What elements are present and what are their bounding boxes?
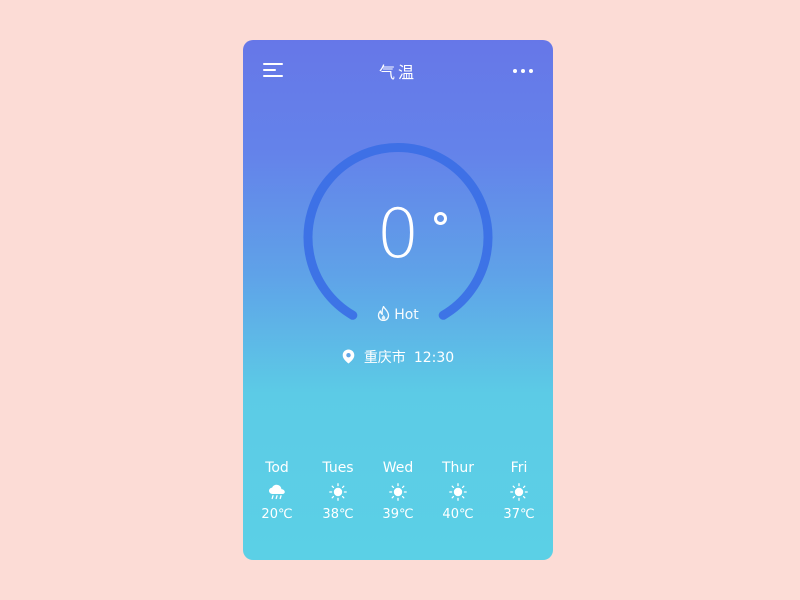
forecast-temp: 39℃ [382,507,414,522]
forecast-temp: 40℃ [442,507,474,522]
city-name: 重庆市 [363,350,406,366]
forecast-day-name: Fri [510,460,528,476]
forecast-day-name: Wed [382,460,414,476]
forecast-day-name: Tues [322,460,354,476]
forecast-day-item[interactable]: Tod 20℃ [247,458,307,524]
forecast-day-name: Thur [441,460,475,476]
forecast-temp: 38℃ [322,507,354,522]
cloud-rain-icon [247,481,307,503]
forecast-day-item[interactable]: Tues 38℃ [308,458,368,524]
page-title: 气温 [378,63,417,82]
location-row: 重庆市 12:30 [243,347,553,368]
forecast-temp: 20℃ [261,507,293,522]
local-time: 12:30 [413,350,455,366]
flame-icon [377,305,390,325]
current-temperature: 0 [376,195,420,274]
sun-icon [368,481,428,503]
forecast-day-name: Tod [265,460,289,476]
sun-icon [489,481,549,503]
weather-card: 气温 0 Hot 重庆市 12:30 Tod 20℃ Tues 38℃ Wed … [243,40,553,560]
degree-symbol [434,212,447,225]
forecast-day-item[interactable]: Fri 37℃ [489,458,549,524]
forecast-temp: 37℃ [503,507,535,522]
more-dots-icon[interactable] [513,66,533,76]
forecast-day-item[interactable]: Thur 40℃ [428,458,488,524]
location-pin-icon [342,349,355,368]
status-label-row: Hot [243,305,553,325]
status-text: Hot [394,307,419,323]
header-bar: 气温 [243,40,553,102]
sun-icon [428,481,488,503]
sun-icon [308,481,368,503]
forecast-day-item[interactable]: Wed 39℃ [368,458,428,524]
